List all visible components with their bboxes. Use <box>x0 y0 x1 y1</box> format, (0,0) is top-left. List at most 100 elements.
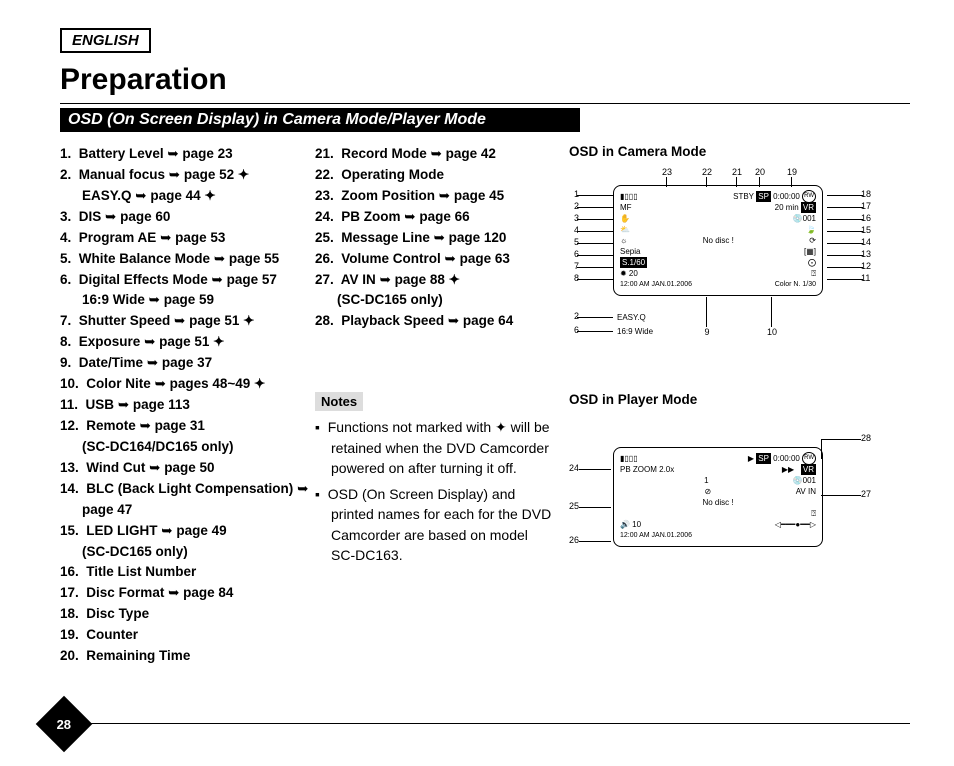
datetime: 12:00 AM JAN.01.2006 <box>620 279 692 290</box>
wind-cut-icon: ⟳ <box>809 235 816 246</box>
callout: 8 <box>565 273 579 283</box>
osd-list-item: Volume Control page 63 <box>315 249 555 270</box>
callout: 18 <box>861 189 875 199</box>
callout: 22 <box>700 167 714 177</box>
remaining-time: 20 min <box>775 202 799 213</box>
player-osd-screen: ▮▯▯▯▶ SP 0:00:00 RW PB ZOOM 2.0x▶▶ VR 1💿… <box>613 447 823 547</box>
title-rule <box>60 103 910 104</box>
osd-list-item: PB Zoom page 66 <box>315 207 555 228</box>
color-nite: Color N. 1/30 <box>775 279 816 290</box>
volume-bar: ◁━━━●━━▷ <box>775 519 816 530</box>
callout: 19 <box>785 167 799 177</box>
camera-osd-screen: ▮▯▯▯STBY SP 0:00:00 RW MF20 min VR ✋💿001… <box>613 185 823 296</box>
rec-mode: SP <box>756 453 771 464</box>
osd-list-item: White Balance Mode page 55 <box>60 249 315 270</box>
usb-icon: ⍰ <box>811 268 816 279</box>
osd-list-item: Counter <box>60 625 315 646</box>
av-in-label: AV IN <box>796 486 816 497</box>
remote-icon: ⍰ <box>811 508 816 519</box>
osd-list-item: Color Nite pages 48~49 ✦ <box>60 374 315 395</box>
osd-list-item: Record Mode page 42 <box>315 144 555 165</box>
counter: 0:00:00 <box>773 453 800 464</box>
callout: 28 <box>861 433 875 443</box>
osd-list-item: Message Line page 120 <box>315 228 555 249</box>
digital-effect: Sepia <box>620 246 640 257</box>
osd-list-item: Shutter Speed page 51 ✦ <box>60 311 315 332</box>
osd-list-item: Date/Time page 37 <box>60 353 315 374</box>
figure-camera-title: OSD in Camera Mode <box>569 144 910 159</box>
figure-camera: OSD in Camera Mode 23 22 21 20 19 1 2 3 … <box>565 144 910 362</box>
slash-icon: ⊘ <box>620 486 796 497</box>
callout: 17 <box>861 201 875 211</box>
osd-list-item: Zoom Position page 45 <box>315 186 555 207</box>
exposure: ✹ 20 <box>620 268 638 279</box>
osd-list-col-1: Battery Level page 23Manual focus page 5… <box>60 144 315 667</box>
osd-list-item: USB page 113 <box>60 395 315 416</box>
osd-list-item: Remote page 31(SC-DC164/DC165 only) <box>60 416 315 458</box>
disc-icon: 💿 <box>793 213 803 224</box>
program-ae-icon: ⛅ <box>620 224 630 235</box>
footer-rule <box>82 723 910 724</box>
one-label: 1 <box>704 475 708 486</box>
callout: 11 <box>861 273 875 283</box>
callout: 23 <box>660 167 674 177</box>
callout: 12 <box>861 261 875 271</box>
figures-column: OSD in Camera Mode 23 22 21 20 19 1 2 3 … <box>565 144 910 667</box>
callout: 26 <box>565 535 579 545</box>
osd-list-col-2: Record Mode page 42Operating ModeZoom Po… <box>315 144 555 667</box>
callout: 25 <box>565 501 579 511</box>
osd-list-item: Disc Type <box>60 604 315 625</box>
callout: 2 <box>565 311 579 321</box>
osd-list-item: Digital Effects Mode page 5716:9 Wide pa… <box>60 270 315 312</box>
osd-list-item: Operating Mode <box>315 165 555 186</box>
callout: 14 <box>861 237 875 247</box>
notes-list: Functions not marked with ✦ will be reta… <box>315 417 555 565</box>
wb-icon: ☼ <box>620 235 627 246</box>
disc-format: VR <box>801 202 816 213</box>
note-item: OSD (On Screen Display) and printed name… <box>315 484 555 565</box>
osd-list-item: Title List Number <box>60 562 315 583</box>
datetime: 12:00 AM JAN.01.2006 <box>620 530 692 541</box>
stby-label: STBY <box>733 191 754 202</box>
wide-label: 16:9 Wide <box>617 327 653 336</box>
blc-icon: [▦] <box>804 246 816 257</box>
language-label: ENGLISH <box>60 28 151 53</box>
osd-list-item: Battery Level page 23 <box>60 144 315 165</box>
notes-header: Notes <box>315 392 363 411</box>
osd-list-item: Manual focus page 52 ✦EASY.Q page 44 ✦ <box>60 165 315 207</box>
rec-mode: SP <box>756 191 771 202</box>
page-number-diamond: 28 <box>36 696 93 753</box>
callout: 1 <box>565 189 579 199</box>
callout: 3 <box>565 213 579 223</box>
osd-list-item: Remaining Time <box>60 646 315 667</box>
osd-list-item: LED LIGHT page 49(SC-DC165 only) <box>60 521 315 563</box>
battery-icon: ▮▯▯▯ <box>620 453 638 464</box>
dis-icon: ✋ <box>620 213 630 224</box>
callout: 16 <box>861 213 875 223</box>
osd-list-item: Program AE page 53 <box>60 228 315 249</box>
callout: 9 <box>700 327 714 337</box>
osd-list-item: Playback Speed page 64 <box>315 311 555 332</box>
callout: 21 <box>730 167 744 177</box>
counter: 0:00:00 <box>773 191 800 202</box>
callout: 2 <box>565 201 579 211</box>
mf-label: MF <box>620 202 632 213</box>
callout: 5 <box>565 237 579 247</box>
note-item: Functions not marked with ✦ will be reta… <box>315 417 555 478</box>
figure-player-title: OSD in Player Mode <box>569 392 910 407</box>
message-line: No disc ! <box>627 235 809 246</box>
disc-format: VR <box>801 464 816 475</box>
callout: 4 <box>565 225 579 235</box>
osd-list-item: Exposure page 51 ✦ <box>60 332 315 353</box>
battery-icon: ▮▯▯▯ <box>620 191 638 202</box>
osd-list-item: AV IN page 88 ✦(SC-DC165 only) <box>315 270 555 312</box>
callout: 27 <box>861 489 875 499</box>
osd-list-item: BLC (Back Light Compensation) page 47 <box>60 479 315 521</box>
page-title: Preparation <box>60 63 910 97</box>
pb-zoom: PB ZOOM 2.0x <box>620 464 674 475</box>
callout: 6 <box>565 249 579 259</box>
remote-icon: ⨀ <box>808 257 816 268</box>
section-title-bar: OSD (On Screen Display) in Camera Mode/P… <box>60 108 580 132</box>
osd-list-item: Wind Cut page 50 <box>60 458 315 479</box>
callout: 15 <box>861 225 875 235</box>
